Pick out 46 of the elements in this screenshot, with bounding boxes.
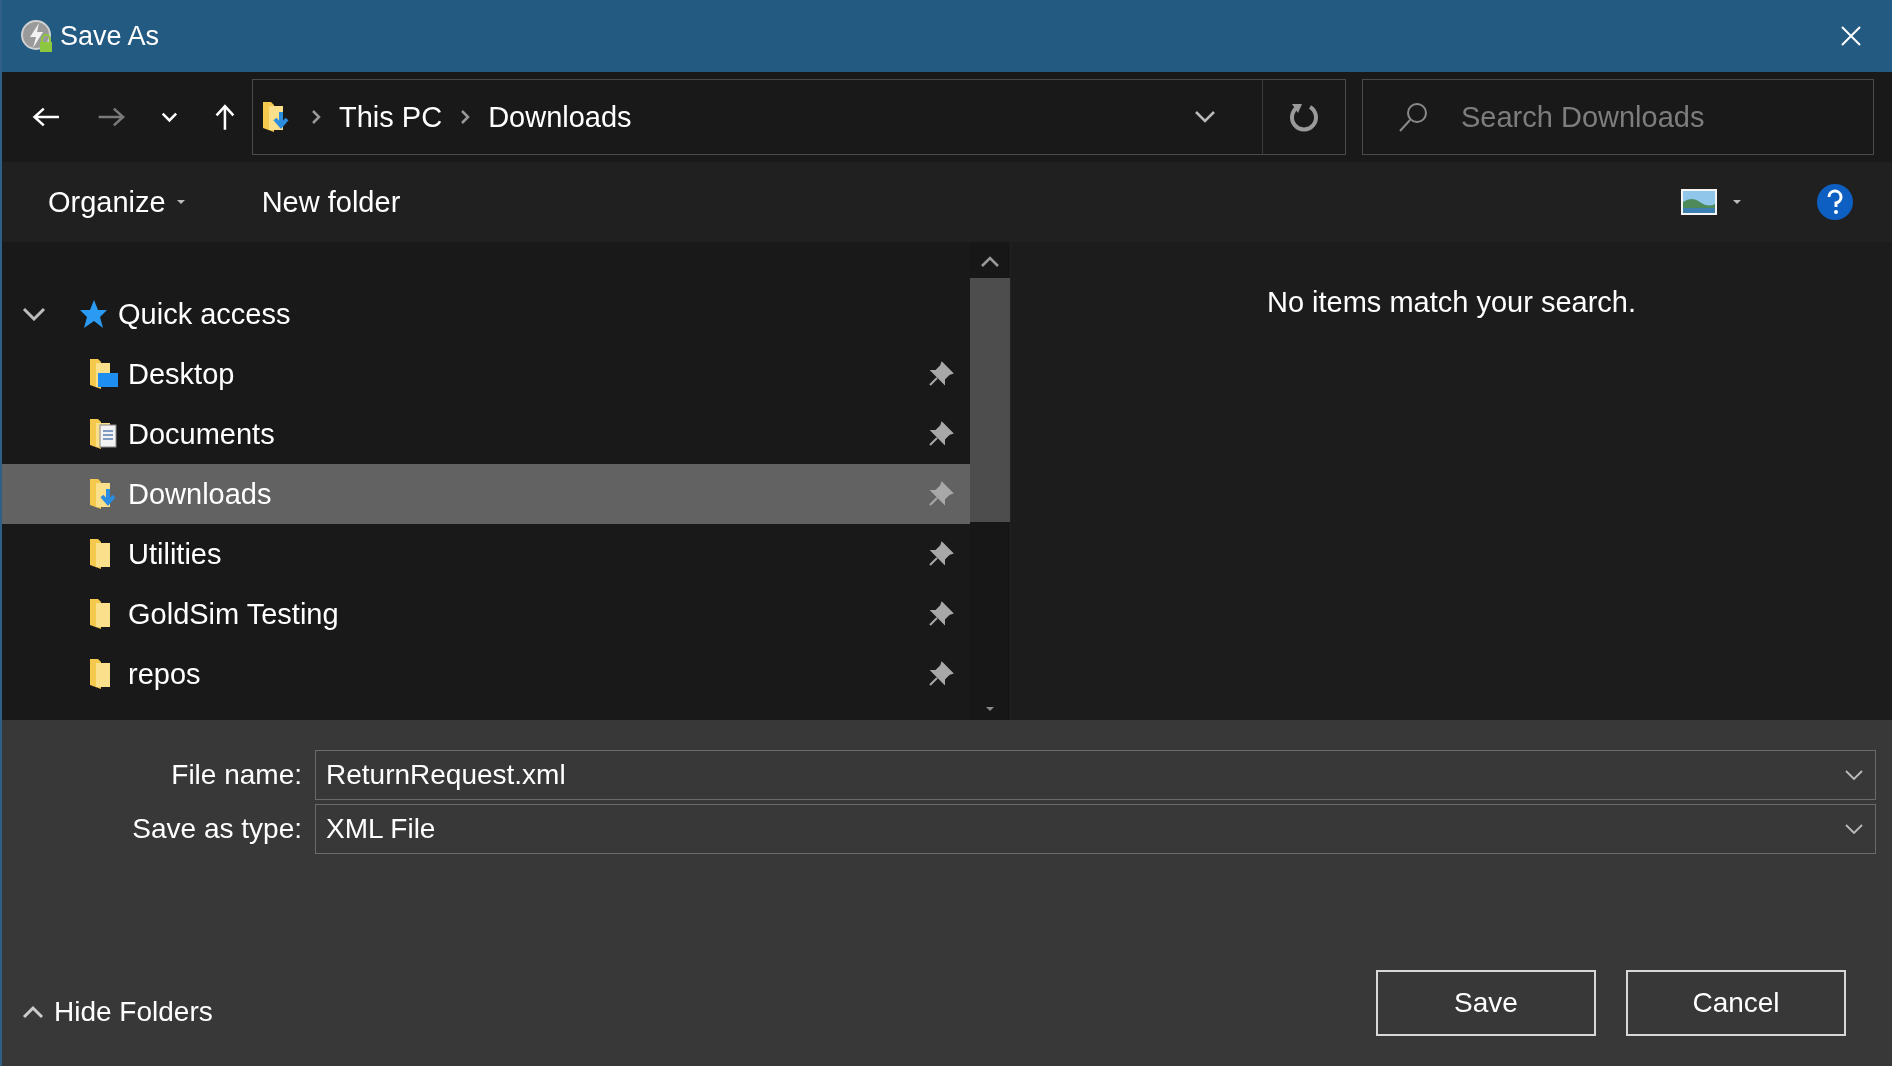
- help-icon[interactable]: [1816, 183, 1854, 221]
- folder-row[interactable]: GoldSim Testing: [2, 584, 970, 644]
- pin-icon[interactable]: [928, 541, 954, 567]
- field-label: File name:: [170, 759, 302, 791]
- folder-row[interactable]: Desktop: [2, 344, 970, 404]
- landscape-view-icon[interactable]: [1680, 188, 1718, 216]
- chevron-up-icon: [22, 1005, 44, 1019]
- pin-icon[interactable]: [928, 661, 954, 687]
- combo-field[interactable]: ReturnRequest.xml: [315, 750, 1876, 800]
- pin-icon[interactable]: [928, 601, 954, 627]
- field-label: Save as type:: [131, 813, 302, 845]
- chevron-right-icon: [311, 109, 321, 125]
- save-button[interactable]: Save: [1376, 970, 1596, 1036]
- caret-icon: [175, 199, 186, 205]
- combo-field[interactable]: XML File: [315, 804, 1876, 854]
- scroll-up-icon[interactable]: [980, 256, 1000, 268]
- tree-item[interactable]: Quick access: [118, 297, 291, 331]
- scroll-down-icon[interactable]: [985, 706, 995, 712]
- folder-row[interactable]: Utilities: [2, 524, 970, 584]
- refresh-icon[interactable]: [1288, 101, 1320, 133]
- breadcrumb-item[interactable]: Downloads: [488, 100, 632, 134]
- breadcrumb-item[interactable]: This PC: [339, 100, 443, 134]
- desktop-folder-icon: [88, 357, 120, 391]
- chevron-right-icon: [460, 109, 471, 125]
- pin-icon[interactable]: [928, 421, 954, 447]
- chevron-down-icon[interactable]: [22, 307, 46, 321]
- folder-row[interactable]: repos: [2, 644, 970, 704]
- close-icon[interactable]: [1840, 25, 1862, 47]
- organize-button[interactable]: Organize: [32, 179, 202, 225]
- window-title: Save As: [60, 20, 161, 52]
- pin-icon[interactable]: [928, 361, 954, 387]
- chevron-down-icon[interactable]: [1845, 770, 1863, 780]
- folder-row[interactable]: Downloads: [2, 464, 970, 524]
- search-field[interactable]: Search Downloads: [1362, 79, 1874, 155]
- folder-row[interactable]: Documents: [2, 404, 970, 464]
- search-icon: [1398, 101, 1430, 133]
- empty-message: No items match your search.: [1266, 286, 1637, 319]
- new-folder-button[interactable]: New folder: [245, 179, 417, 225]
- documents-folder-icon: [88, 417, 120, 451]
- dropdown-icon[interactable]: [1732, 199, 1742, 205]
- chevron-down-icon[interactable]: [1845, 824, 1863, 834]
- dropdown-icon[interactable]: [1194, 110, 1216, 124]
- address-bar[interactable]: This PC Downloads: [252, 79, 1346, 155]
- hide-folders-button[interactable]: Hide Folders: [18, 996, 213, 1036]
- app-icon: [20, 18, 54, 54]
- cancel-button[interactable]: Cancel: [1626, 970, 1846, 1036]
